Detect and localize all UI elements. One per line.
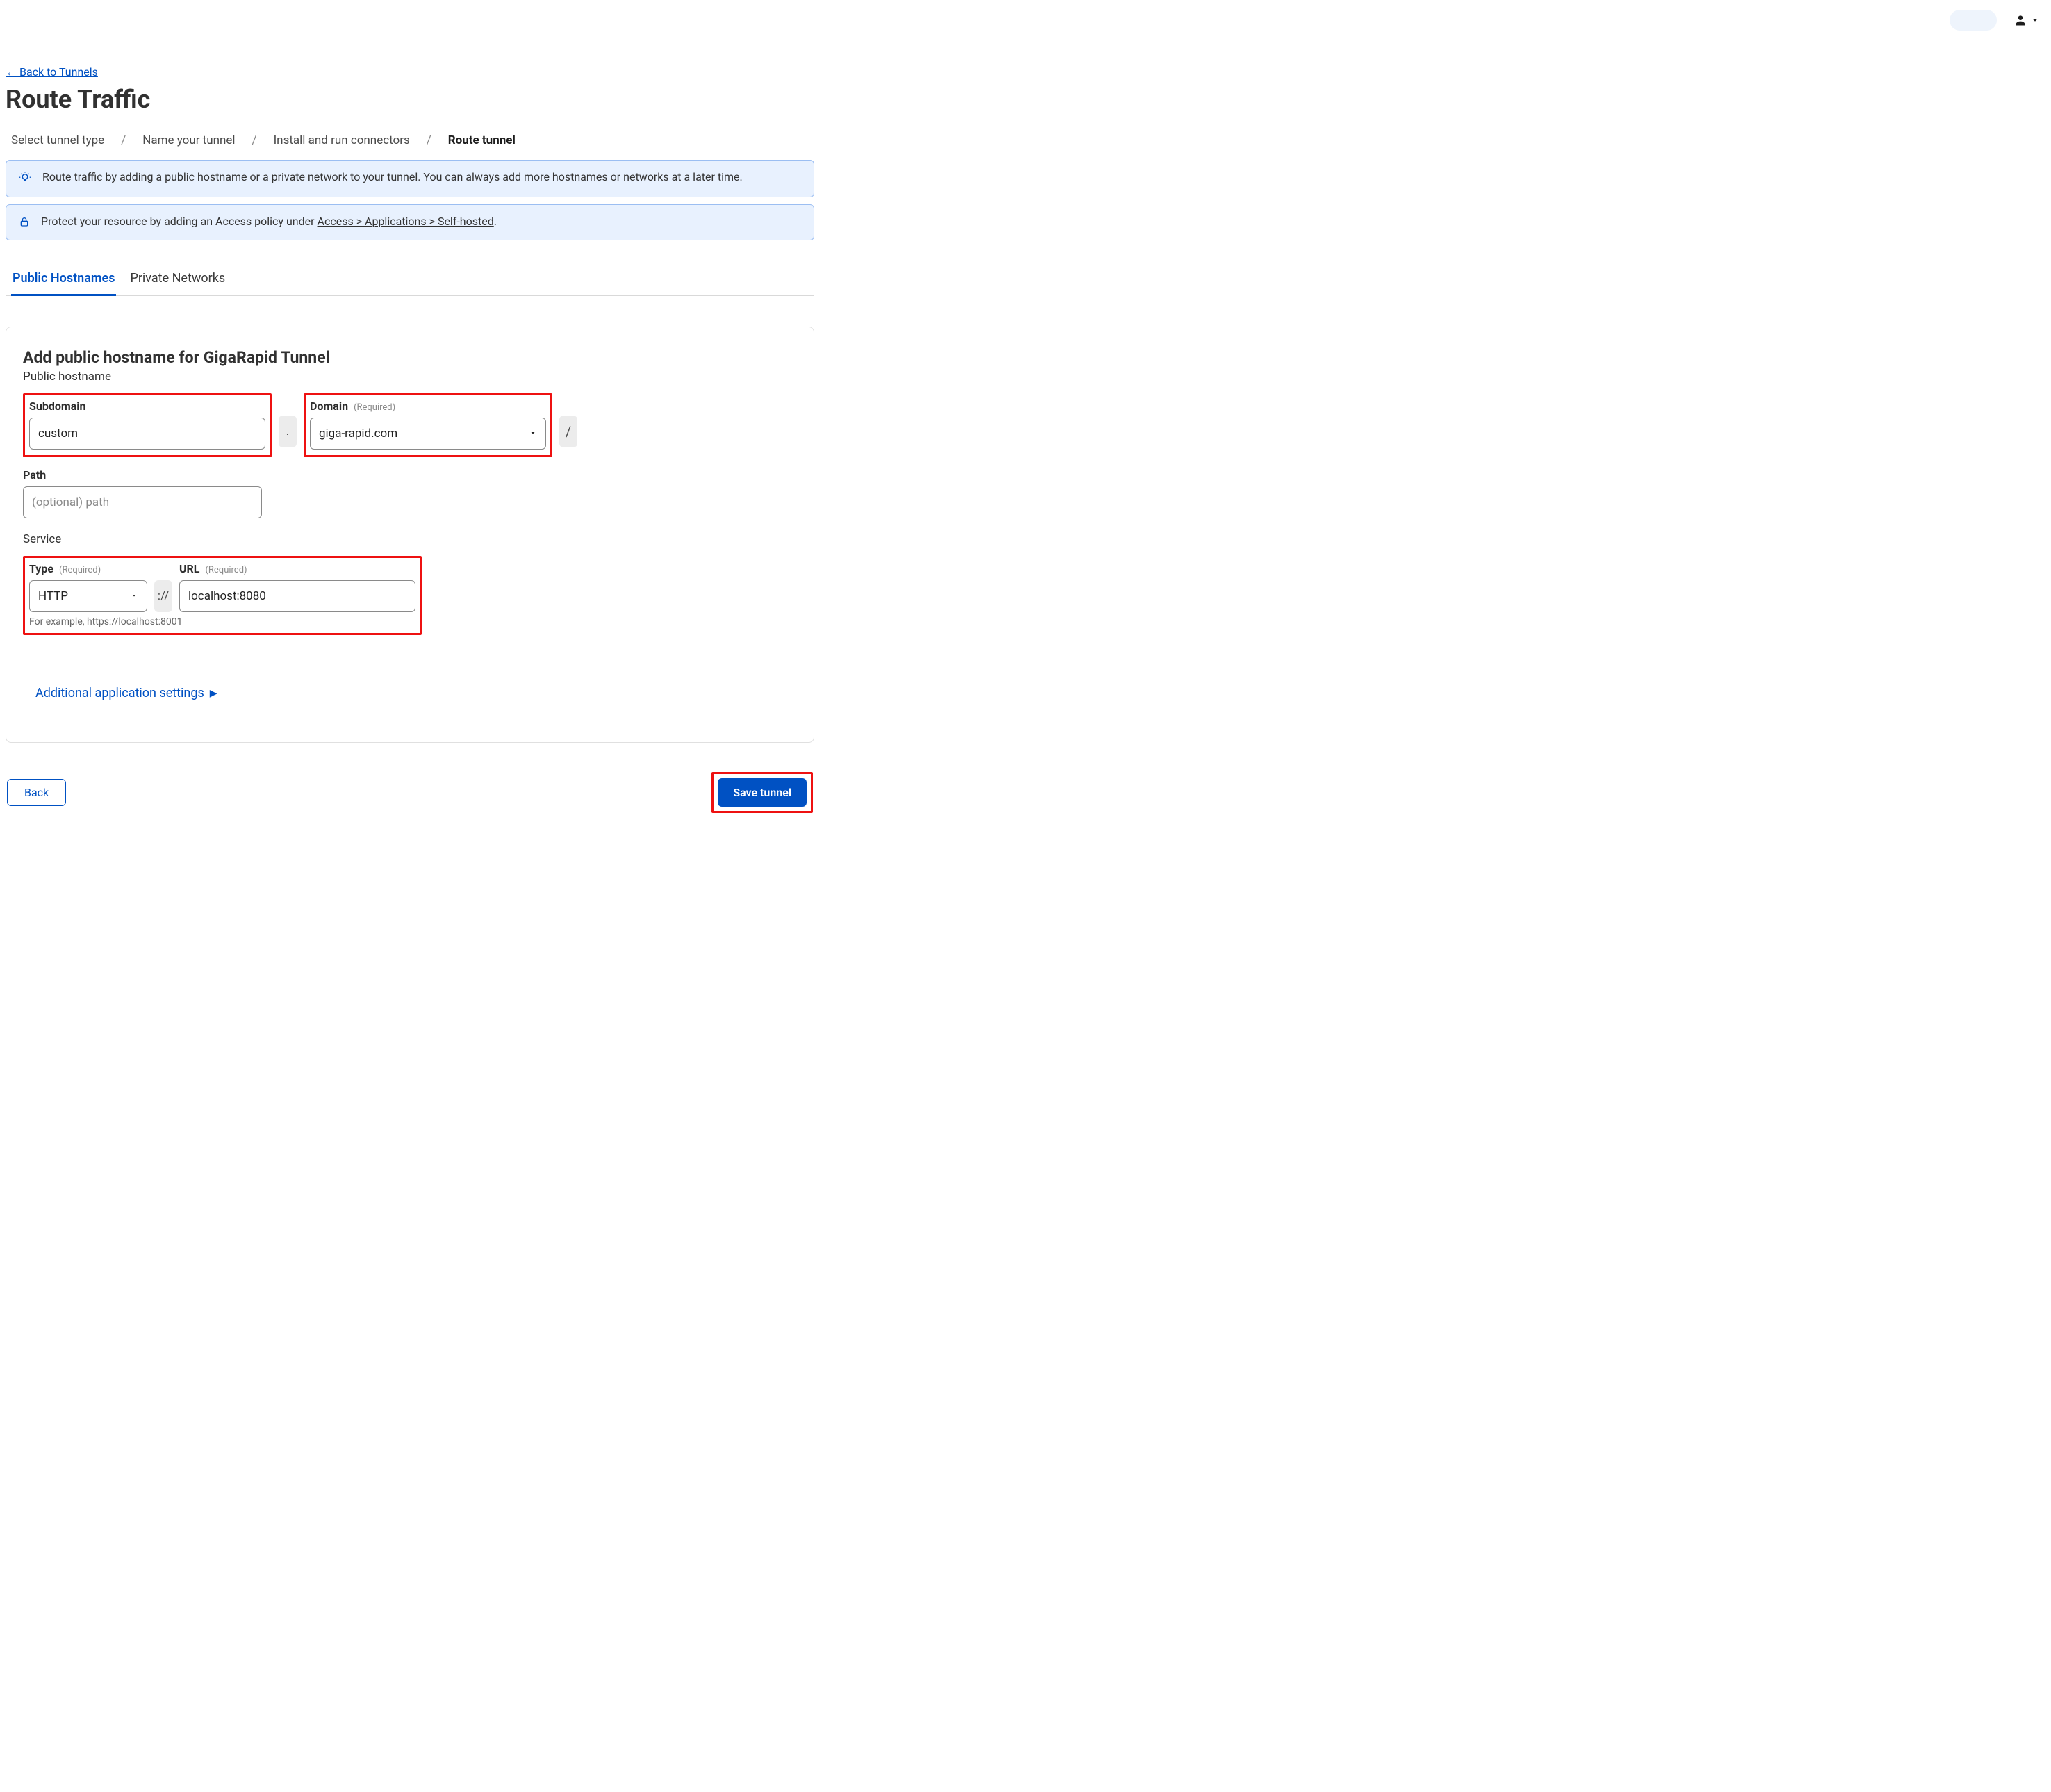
url-label: URL(Required) [179,562,415,575]
tab-private-networks[interactable]: Private Networks [129,271,226,295]
crumb-select-type[interactable]: Select tunnel type [11,133,104,147]
domain-select[interactable]: giga-rapid.com [310,418,546,450]
caret-down-icon [130,589,138,603]
crumb-route-tunnel: Route tunnel [448,133,516,147]
path-input[interactable] [23,486,262,518]
slash-joiner: / [559,416,577,447]
service-highlight: Type(Required) HTTP :// URL(Required) Fo… [23,556,422,635]
public-hostname-section-label: Public hostname [23,370,797,384]
subdomain-highlight: Subdomain [23,393,272,457]
hostname-tabs: Public Hostnames Private Networks [6,271,814,296]
crumb-name-tunnel[interactable]: Name your tunnel [142,133,235,147]
domain-value: giga-rapid.com [319,427,397,441]
subdomain-input[interactable] [29,418,265,450]
plan-pill [1950,10,1997,31]
page-title: Route Traffic [6,85,814,114]
back-button[interactable]: Back [7,779,66,806]
crumb-separator: / [121,133,126,147]
service-type-value: HTTP [38,589,68,603]
panel-heading: Add public hostname for GigaRapid Tunnel [23,348,797,367]
user-icon [2013,13,2027,27]
dot-joiner: . [279,416,297,447]
lock-icon [19,216,30,230]
user-menu[interactable] [2013,13,2040,27]
lightbulb-icon [19,172,31,187]
caret-down-icon [529,427,537,441]
service-helper-text: For example, https://localhost:8001 [29,616,415,627]
top-bar [0,0,2051,40]
service-type-select[interactable]: HTTP [29,580,147,612]
chevron-right-icon: ▶ [210,688,217,699]
path-label: Path [23,468,262,482]
protect-info-text: Protect your resource by adding an Acces… [41,215,497,228]
service-section-label: Service [23,532,797,546]
caret-down-icon [2030,15,2040,25]
breadcrumb: Select tunnel type / Name your tunnel / … [6,133,814,147]
save-highlight: Save tunnel [711,772,813,813]
crumb-separator: / [427,133,431,147]
protect-info-banner: Protect your resource by adding an Acces… [6,204,814,240]
domain-label: Domain(Required) [310,400,546,413]
additional-settings-toggle[interactable]: Additional application settings ▶ [35,686,217,700]
back-to-tunnels-link[interactable]: ← Back to Tunnels [6,65,98,79]
route-info-text: Route traffic by adding a public hostnam… [42,170,743,183]
route-info-banner: Route traffic by adding a public hostnam… [6,160,814,197]
crumb-separator: / [252,133,257,147]
subdomain-label: Subdomain [29,400,265,413]
domain-highlight: Domain(Required) giga-rapid.com [304,393,552,457]
access-applications-link[interactable]: Access > Applications > Self-hosted [318,215,494,228]
footer-buttons: Back Save tunnel [6,772,814,813]
type-label: Type(Required) [29,562,147,575]
save-tunnel-button[interactable]: Save tunnel [718,778,807,807]
service-url-input[interactable] [179,580,415,612]
hostname-panel: Add public hostname for GigaRapid Tunnel… [6,327,814,743]
protocol-joiner: :// [154,580,172,612]
crumb-install-connectors[interactable]: Install and run connectors [274,133,410,147]
tab-public-hostnames[interactable]: Public Hostnames [11,271,116,296]
